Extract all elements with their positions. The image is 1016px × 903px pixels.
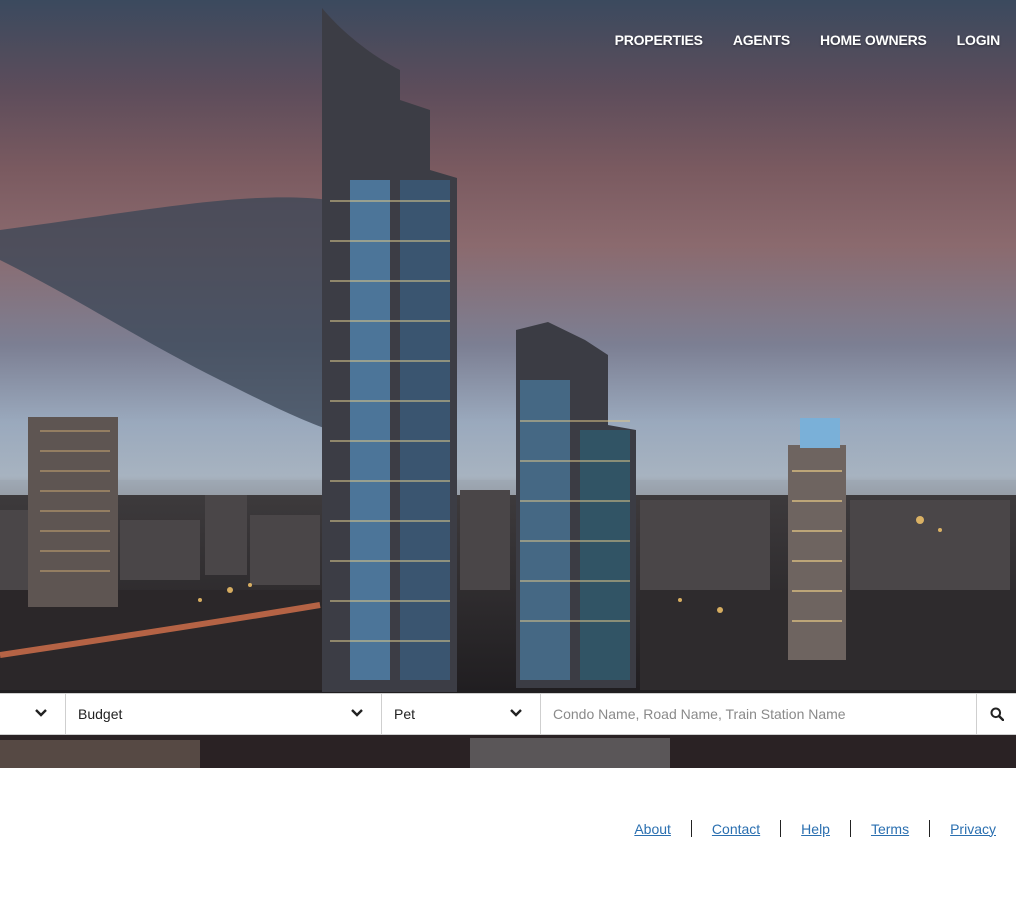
nav-login-link[interactable]: LOGIN	[957, 32, 1001, 48]
footer-privacy-link[interactable]: Privacy	[950, 821, 996, 837]
search-input[interactable]	[541, 694, 976, 734]
footer-terms-link[interactable]: Terms	[871, 821, 909, 837]
pet-dropdown[interactable]: Pet	[382, 694, 541, 734]
nav-properties-link[interactable]: PROPERTIES	[615, 32, 703, 48]
footer-divider	[849, 820, 851, 837]
search-icon	[990, 707, 1004, 721]
footer-divider	[929, 820, 931, 837]
budget-dropdown[interactable]: Budget	[66, 694, 382, 734]
location-dropdown[interactable]	[0, 694, 66, 734]
nav-agents-link[interactable]: AGENTS	[733, 32, 790, 48]
chevron-down-icon	[35, 709, 47, 717]
pet-dropdown-label: Pet	[394, 706, 416, 722]
footer-divider	[690, 820, 692, 837]
footer-divider	[780, 820, 782, 837]
footer-help-link[interactable]: Help	[801, 821, 830, 837]
property-search-bar: Budget Pet	[0, 693, 1016, 735]
search-button[interactable]	[977, 694, 1016, 734]
city-skyline-image	[0, 8, 1016, 768]
nav-home-owners-link[interactable]: HOME OWNERS	[820, 32, 927, 48]
budget-dropdown-label: Budget	[78, 706, 123, 722]
footer-contact-link[interactable]: Contact	[712, 821, 760, 837]
footer-links: About Contact Help Terms Privacy	[634, 820, 996, 837]
footer-about-link[interactable]: About	[634, 821, 671, 837]
top-nav: PROPERTIES AGENTS HOME OWNERS LOGIN	[615, 32, 1001, 48]
search-input-container	[541, 694, 977, 734]
hero-background: PROPERTIES AGENTS HOME OWNERS LOGIN	[0, 0, 1016, 768]
chevron-down-icon	[351, 709, 363, 717]
chevron-down-icon	[510, 709, 522, 717]
